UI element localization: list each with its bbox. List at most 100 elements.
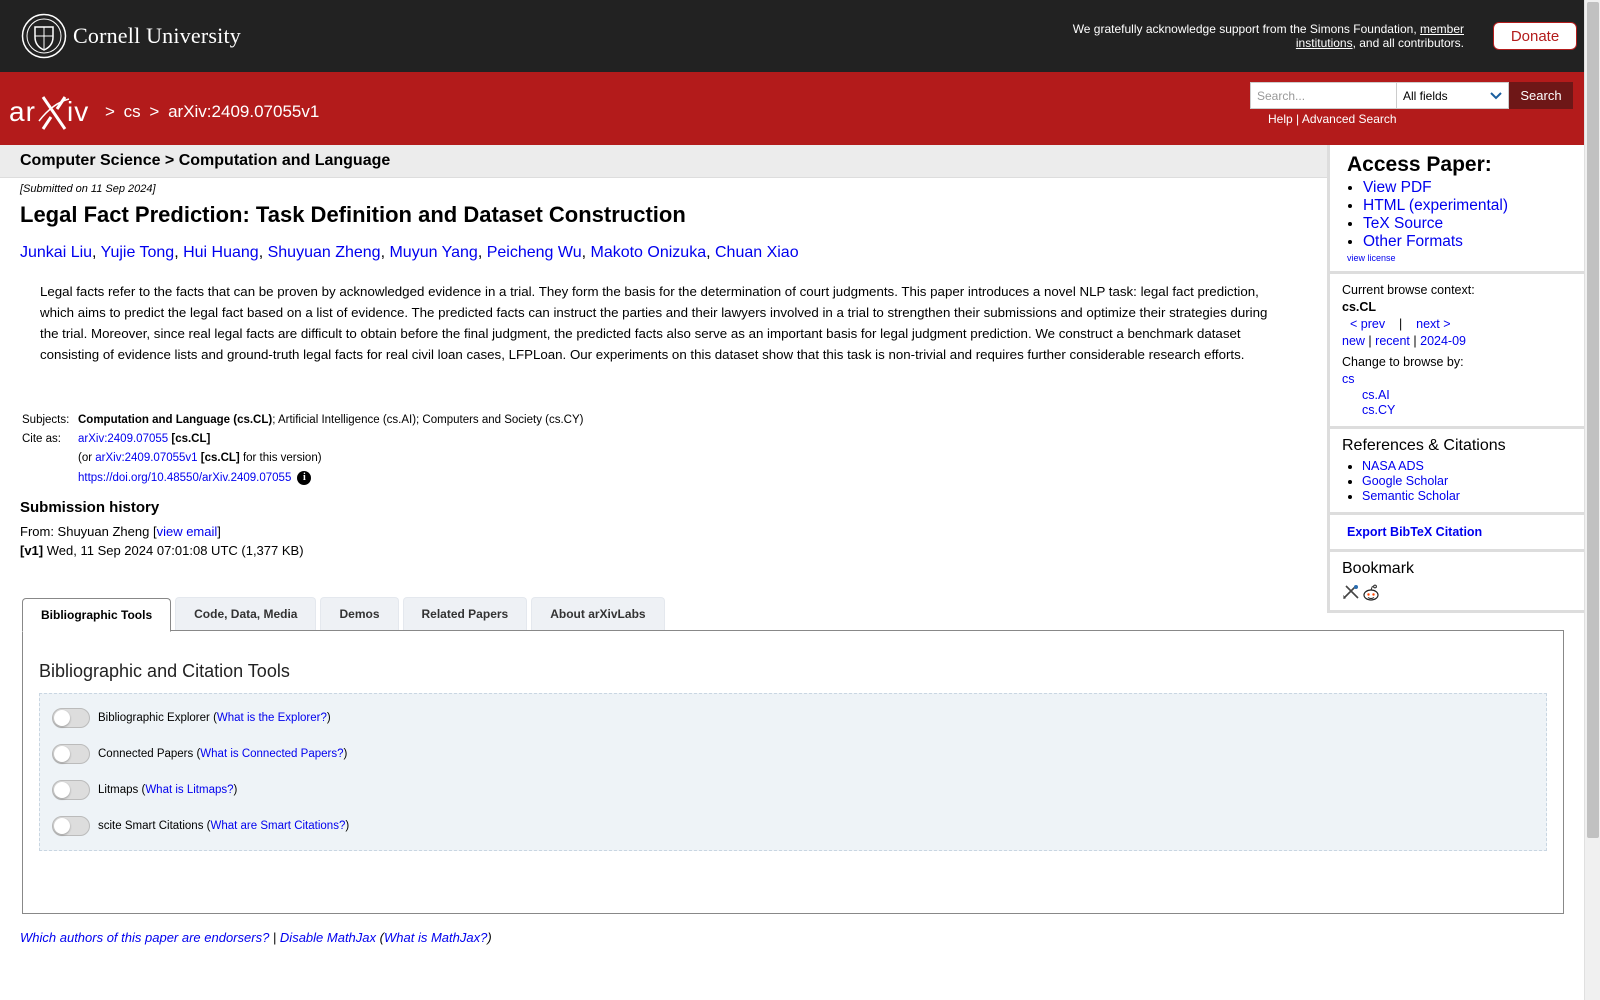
breadcrumb-cs[interactable]: cs: [124, 102, 141, 121]
author-link[interactable]: Muyun Yang: [389, 244, 477, 261]
footer-links: Which authors of this paper are endorser…: [20, 930, 492, 945]
author-link[interactable]: Makoto Onizuka: [590, 244, 706, 261]
labs-tabs: Bibliographic Tools Code, Data, Media De…: [22, 597, 669, 632]
search-button[interactable]: Search: [1509, 82, 1573, 109]
subjects-row: Subjects: Computation and Language (cs.C…: [22, 410, 583, 429]
tab-related-papers[interactable]: Related Papers: [402, 597, 528, 630]
breadcrumb-sep: >: [105, 102, 115, 121]
doi-row: https://doi.org/10.48550/arXiv.2409.0705…: [22, 468, 583, 487]
cornell-logo[interactable]: Cornell University: [21, 13, 241, 59]
search-field-value: All fields: [1403, 88, 1448, 103]
google-scholar-link[interactable]: Google Scholar: [1362, 474, 1448, 488]
search-input[interactable]: Search...: [1250, 82, 1397, 109]
cite-id-link[interactable]: arXiv:2409.07055: [78, 433, 168, 445]
page-scrollbar[interactable]: [1584, 0, 1600, 1000]
export-bibtex-link[interactable]: Export BibTeX Citation: [1342, 525, 1482, 539]
bibsonomy-icon[interactable]: b: [1342, 584, 1360, 600]
endorsers-link[interactable]: Which authors of this paper are endorser…: [20, 930, 269, 945]
author-link[interactable]: Chuan Xiao: [715, 244, 799, 261]
tool-label: Connected Papers: [98, 748, 194, 760]
tool-row-scite: scite Smart Citations (What are Smart Ci…: [52, 816, 349, 836]
author-list: Junkai Liu, Yujie Tong, Hui Huang, Shuyu…: [20, 244, 799, 261]
prev-link[interactable]: < prev: [1350, 317, 1385, 331]
author-link[interactable]: Hui Huang: [183, 244, 259, 261]
footer-sep: |: [269, 930, 280, 945]
panel-title: Bibliographic and Citation Tools: [39, 661, 290, 681]
view-pdf-link[interactable]: View PDF: [1363, 179, 1432, 196]
semantic-scholar-link[interactable]: Semantic Scholar: [1362, 489, 1460, 503]
disable-mathjax-link[interactable]: Disable MathJax: [280, 930, 376, 945]
browse-by-csai-link[interactable]: cs.AI: [1362, 388, 1390, 402]
author-link[interactable]: Peicheng Wu: [487, 244, 582, 261]
browse-nav: < prev | next >: [1350, 316, 1572, 333]
browse-month-link[interactable]: 2024-09: [1420, 334, 1466, 348]
scrollbar-thumb[interactable]: [1587, 2, 1599, 838]
breadcrumb: > cs > arXiv:2409.07055v1: [105, 102, 323, 122]
explorer-toggle[interactable]: [52, 708, 90, 728]
reddit-icon[interactable]: [1362, 584, 1380, 602]
tab-bibliographic-tools[interactable]: Bibliographic Tools: [22, 598, 172, 632]
nav-sep: |: [1399, 317, 1403, 331]
version-label: [v1]: [20, 543, 44, 558]
advanced-search-link[interactable]: Advanced Search: [1302, 112, 1397, 126]
tab-about-arxivlabs[interactable]: About arXivLabs: [531, 597, 665, 630]
cite-category: [cs.CL]: [171, 432, 211, 445]
connected-papers-toggle[interactable]: [52, 744, 90, 764]
access-paper-section: Access Paper: View PDF HTML (experimenta…: [1327, 145, 1584, 274]
svg-text:ar: ar: [9, 96, 36, 127]
tool-help-link[interactable]: What is Litmaps?: [145, 784, 233, 796]
tab-demos[interactable]: Demos: [320, 597, 399, 630]
primary-subject: Computation and Language (cs.CL): [78, 413, 273, 426]
tab-code-data-media[interactable]: Code, Data, Media: [175, 597, 317, 630]
other-formats-link[interactable]: Other Formats: [1363, 233, 1463, 250]
tool-label: scite Smart Citations: [98, 820, 204, 832]
cite-label: Cite as:: [22, 432, 61, 445]
subject-title: Computer Science > Computation and Langu…: [20, 152, 391, 169]
doi-link[interactable]: https://doi.org/10.48550/arXiv.2409.0705…: [78, 472, 291, 484]
donate-button[interactable]: Donate: [1493, 22, 1577, 50]
author-link[interactable]: Yujie Tong: [101, 244, 175, 261]
version-entry: [v1] Wed, 11 Sep 2024 07:01:08 UTC (1,37…: [20, 543, 304, 558]
search-links: Help | Advanced Search: [1268, 112, 1397, 126]
arxiv-logo-icon[interactable]: ar iv: [9, 91, 101, 133]
cite-version-link[interactable]: arXiv:2409.07055v1: [95, 452, 197, 464]
browse-context-section: Current browse context: cs.CL < prev | n…: [1327, 274, 1584, 429]
what-mathjax-link[interactable]: What is MathJax?: [384, 930, 487, 945]
cite-or: (or: [78, 452, 96, 465]
browse-recent-link[interactable]: recent: [1375, 334, 1410, 348]
bookmark-section: Bookmark b: [1327, 552, 1584, 613]
info-icon[interactable]: i: [297, 470, 312, 485]
nav-sep: |: [1413, 334, 1417, 348]
html-link[interactable]: HTML (experimental): [1363, 197, 1508, 214]
version-text: Wed, 11 Sep 2024 07:01:08 UTC (1,377 KB): [43, 543, 304, 558]
nav-sep: |: [1368, 334, 1372, 348]
change-browse-label: Change to browse by:: [1342, 355, 1464, 369]
tool-help-link[interactable]: What is the Explorer?: [217, 712, 327, 724]
browse-by-cscy-link[interactable]: cs.CY: [1362, 403, 1395, 417]
submission-date: [Submitted on 11 Sep 2024]: [20, 183, 156, 195]
author-link[interactable]: Junkai Liu: [20, 244, 92, 261]
tab-panel: Bibliographic and Citation Tools Bibliog…: [22, 630, 1564, 914]
browse-by-cs-link[interactable]: cs: [1342, 372, 1355, 386]
view-email-link[interactable]: view email: [157, 524, 218, 539]
nasa-ads-link[interactable]: NASA ADS: [1362, 459, 1424, 473]
bookmark-title: Bookmark: [1342, 560, 1415, 577]
access-title: Access Paper:: [1347, 153, 1492, 176]
search-field-select[interactable]: All fields: [1396, 82, 1509, 109]
litmaps-toggle[interactable]: [52, 780, 90, 800]
tool-help-link[interactable]: What are Smart Citations?: [210, 820, 345, 832]
tool-help-link[interactable]: What is Connected Papers?: [200, 748, 343, 760]
view-license-link[interactable]: view license: [1347, 253, 1572, 263]
from-close: ]: [217, 524, 221, 539]
browse-new-link[interactable]: new: [1342, 334, 1365, 348]
tex-source-link[interactable]: TeX Source: [1363, 215, 1443, 232]
link-separator: |: [1296, 112, 1300, 126]
help-link[interactable]: Help: [1268, 112, 1293, 126]
metadata-table: Subjects: Computation and Language (cs.C…: [22, 410, 583, 487]
scite-toggle[interactable]: [52, 816, 90, 836]
browse-lists: new | recent | 2024-09: [1342, 333, 1572, 350]
svg-text:b: b: [1343, 595, 1346, 600]
author-link[interactable]: Shuyuan Zheng: [268, 244, 381, 261]
breadcrumb-sep: >: [149, 102, 160, 121]
next-link[interactable]: next >: [1416, 317, 1450, 331]
